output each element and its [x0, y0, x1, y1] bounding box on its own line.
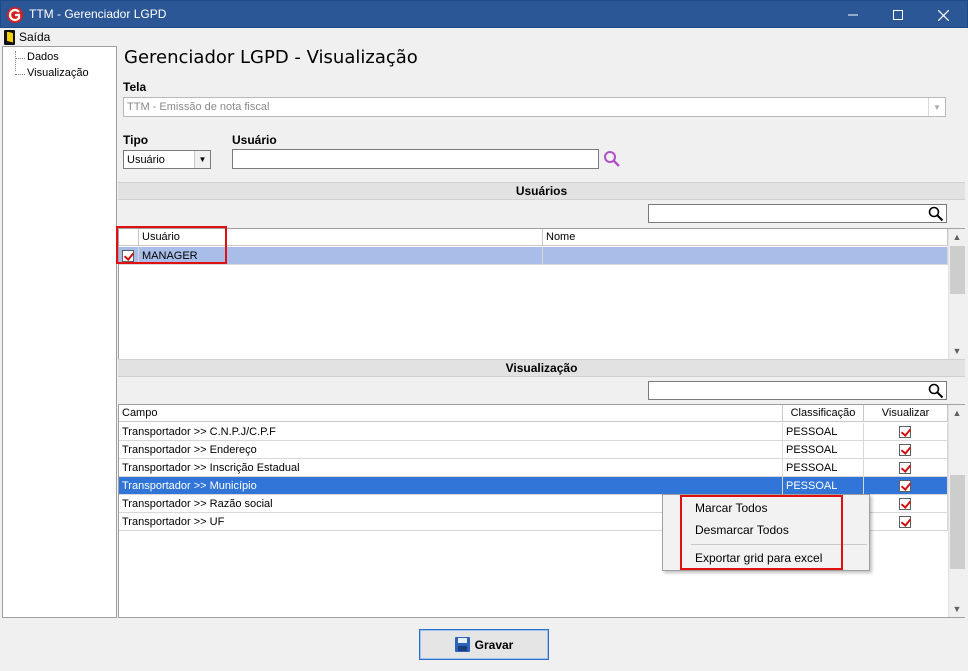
- usuario-input[interactable]: [232, 149, 599, 169]
- classificacao-cell: PESSOAL: [783, 423, 864, 441]
- chevron-down-icon[interactable]: ▼: [194, 151, 210, 168]
- gravar-button-label: Gravar: [474, 637, 514, 652]
- campo-cell: Transportador >> C.N.P.J/C.P.F: [119, 423, 783, 441]
- window-title: TTM - Gerenciador LGPD: [29, 7, 167, 21]
- nome-cell: [543, 247, 948, 265]
- search-icon[interactable]: [928, 206, 944, 222]
- highlight-frame: [116, 226, 227, 264]
- page-title: Gerenciador LGPD - Visualização: [124, 47, 418, 68]
- classificacao-cell: PESSOAL: [783, 441, 864, 459]
- column-header-campo[interactable]: Campo: [119, 405, 783, 422]
- campo-cell: Transportador >> Município: [119, 477, 783, 495]
- save-disk-icon: [454, 637, 470, 652]
- maximize-button[interactable]: [876, 1, 920, 29]
- table-row[interactable]: MANAGER: [119, 247, 948, 265]
- scroll-thumb[interactable]: [950, 475, 965, 569]
- visualizar-checkbox[interactable]: [899, 480, 911, 492]
- column-header-nome[interactable]: Nome: [543, 229, 948, 246]
- visualizar-checkbox[interactable]: [899, 462, 911, 474]
- navigation-tree: Dados Visualização: [2, 46, 117, 618]
- table-row[interactable]: Transportador >> Inscrição Estadual PESS…: [119, 459, 948, 477]
- usuarios-grid: Usuário Nome MANAGER ▲ ▼: [118, 228, 965, 360]
- tree-branch: [15, 58, 25, 59]
- visualizar-cell[interactable]: [864, 513, 948, 531]
- minimize-button[interactable]: [831, 1, 875, 29]
- app-logo-icon: [7, 7, 23, 23]
- visualizacao-grid-header: Campo Classificação Visualizar: [119, 405, 948, 422]
- close-icon: [937, 9, 949, 21]
- tree-item-label: Visualização: [27, 67, 89, 79]
- scroll-up-icon[interactable]: ▲: [949, 405, 965, 421]
- column-header-classificacao[interactable]: Classificação: [783, 405, 864, 422]
- chevron-down-icon[interactable]: ▼: [928, 98, 945, 116]
- tipo-select-value: Usuário: [127, 154, 165, 166]
- usuarios-filter-input[interactable]: [648, 204, 947, 223]
- visualizacao-section-header: Visualização: [118, 359, 965, 377]
- visualizacao-scrollbar[interactable]: ▲ ▼: [948, 405, 965, 617]
- tree-item-label: Dados: [27, 51, 59, 63]
- visualizar-cell[interactable]: [864, 477, 948, 495]
- exit-door-icon: [4, 29, 15, 45]
- minimize-icon: [848, 14, 858, 16]
- search-icon[interactable]: [928, 383, 944, 399]
- highlight-frame: [680, 495, 843, 570]
- usuarios-section-header: Usuários: [118, 182, 965, 200]
- search-icon: [604, 151, 620, 167]
- classificacao-cell: PESSOAL: [783, 477, 864, 495]
- campo-cell: Transportador >> Endereço: [119, 441, 783, 459]
- tipo-label: Tipo: [123, 133, 149, 147]
- scroll-down-icon[interactable]: ▼: [949, 343, 965, 359]
- visualizacao-filter-input[interactable]: [648, 381, 947, 400]
- tela-label: Tela: [123, 80, 147, 94]
- menu-saida-label: Saída: [19, 30, 51, 44]
- scroll-down-icon[interactable]: ▼: [949, 601, 965, 617]
- usuario-search-button[interactable]: [601, 149, 623, 169]
- column-header-visualizar[interactable]: Visualizar: [864, 405, 948, 422]
- tela-select[interactable]: TTM - Emissão de nota fiscal ▼: [123, 97, 946, 117]
- table-row[interactable]: Transportador >> C.N.P.J/C.P.F PESSOAL: [119, 423, 948, 441]
- tipo-select[interactable]: Usuário ▼: [123, 150, 211, 169]
- visualizar-cell[interactable]: [864, 423, 948, 441]
- table-row-selected[interactable]: Transportador >> Município PESSOAL: [119, 477, 948, 495]
- scroll-up-icon[interactable]: ▲: [949, 229, 965, 245]
- campo-cell: Transportador >> Inscrição Estadual: [119, 459, 783, 477]
- tree-guide-line: [15, 51, 16, 71]
- usuarios-scrollbar[interactable]: ▲ ▼: [948, 229, 965, 359]
- close-button[interactable]: [921, 1, 965, 29]
- usuarios-grid-header: Usuário Nome: [119, 229, 948, 246]
- visualizar-cell[interactable]: [864, 495, 948, 513]
- menu-saida[interactable]: Saída: [4, 29, 50, 45]
- tela-select-value: TTM - Emissão de nota fiscal: [127, 101, 270, 113]
- visualizar-cell[interactable]: [864, 459, 948, 477]
- gravar-button[interactable]: Gravar: [419, 629, 549, 660]
- menu-bar: Saída: [0, 28, 968, 46]
- usuario-label: Usuário: [232, 133, 277, 147]
- classificacao-cell: PESSOAL: [783, 459, 864, 477]
- visualizar-checkbox[interactable]: [899, 426, 911, 438]
- visualizar-checkbox[interactable]: [899, 498, 911, 510]
- visualizar-checkbox[interactable]: [899, 444, 911, 456]
- visualizar-cell[interactable]: [864, 441, 948, 459]
- maximize-icon: [893, 10, 903, 20]
- tree-branch: [15, 74, 25, 75]
- visualizar-checkbox[interactable]: [899, 516, 911, 528]
- table-row[interactable]: Transportador >> Endereço PESSOAL: [119, 441, 948, 459]
- scroll-thumb[interactable]: [950, 246, 965, 294]
- title-bar: TTM - Gerenciador LGPD: [0, 0, 968, 28]
